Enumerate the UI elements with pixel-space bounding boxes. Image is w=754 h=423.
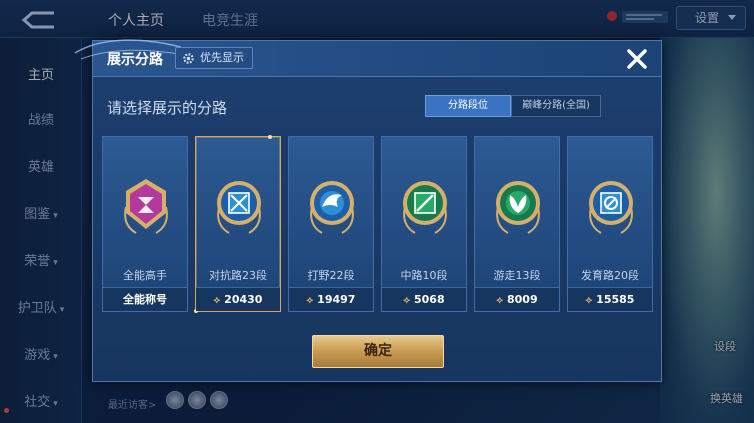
points-icon: ⟡ [213, 295, 221, 306]
lane-name: 全能高手 [123, 269, 167, 282]
clash-lane-emblem-icon [217, 181, 261, 234]
confirm-button[interactable]: 确定 [312, 335, 444, 368]
lane-points: 8009 [507, 293, 538, 306]
dialog-title: 展示分路 [107, 52, 163, 68]
lane-points: 19497 [317, 293, 356, 306]
tab-lane-rank[interactable]: 分路段位 [425, 95, 511, 117]
points-icon: ⟡ [496, 295, 503, 306]
lane-points: 5068 [414, 293, 445, 306]
selection-corner [268, 135, 272, 139]
lane-card-roam[interactable]: 游走13段 ⟡ 8009 [474, 136, 560, 312]
priority-display-button[interactable]: 优先显示 [175, 47, 253, 69]
lane-card-jungle[interactable]: 打野22段 ⟡ 19497 [288, 136, 374, 312]
lane-footer: 全能称号 [103, 287, 187, 311]
lane-card-clash[interactable]: 对抗路23段 ⟡ 20430 [194, 135, 281, 313]
lane-name: 发育路20段 [581, 269, 639, 282]
tab-label: 巅峰分路(全国) [522, 100, 590, 111]
priority-display-label: 优先显示 [200, 51, 244, 64]
confirm-label: 确定 [364, 343, 392, 359]
lane-footer: ⟡ 20430 [196, 287, 280, 311]
jungle-emblem-icon [310, 181, 354, 234]
tab-peak-lane-national[interactable]: 巅峰分路(全国) [511, 95, 601, 117]
lane-name: 游走13段 [493, 269, 541, 282]
all-round-emblem-icon [124, 179, 168, 234]
lane-footer: ⟡ 5068 [382, 287, 466, 311]
lane-name: 打野22段 [307, 269, 355, 282]
tab-label: 分路段位 [448, 100, 488, 111]
lane-footer: ⟡ 15585 [568, 287, 652, 311]
close-icon[interactable] [621, 43, 653, 75]
lane-name: 中路10段 [400, 269, 448, 282]
points-icon: ⟡ [585, 295, 593, 306]
mid-lane-emblem-icon [403, 181, 447, 234]
points-icon: ⟡ [306, 295, 314, 306]
lane-footer: ⟡ 19497 [289, 287, 373, 311]
lane-card-farm[interactable]: 发育路20段 ⟡ 15585 [567, 136, 653, 312]
display-lane-dialog: 展示分路 优先显示 请选择展示的分路 分路段位 巅峰分路(全国) 全能高手 全能… [74, 39, 662, 382]
lane-points: 15585 [596, 293, 635, 306]
lane-card-mid[interactable]: 中路10段 ⟡ 5068 [381, 136, 467, 312]
lane-footer-text: 全能称号 [123, 293, 167, 306]
roam-emblem-icon [496, 181, 540, 234]
lane-footer: ⟡ 8009 [475, 287, 559, 311]
farm-lane-emblem-icon [589, 181, 633, 234]
lane-name: 对抗路23段 [209, 269, 267, 282]
lane-points: 20430 [224, 293, 263, 306]
dialog-header: 展示分路 优先显示 [74, 39, 661, 77]
lane-card-all-round[interactable]: 全能高手 全能称号 [102, 136, 188, 312]
select-lane-prompt: 请选择展示的分路 [107, 99, 228, 117]
points-icon: ⟡ [403, 295, 410, 306]
gear-icon [183, 53, 194, 64]
